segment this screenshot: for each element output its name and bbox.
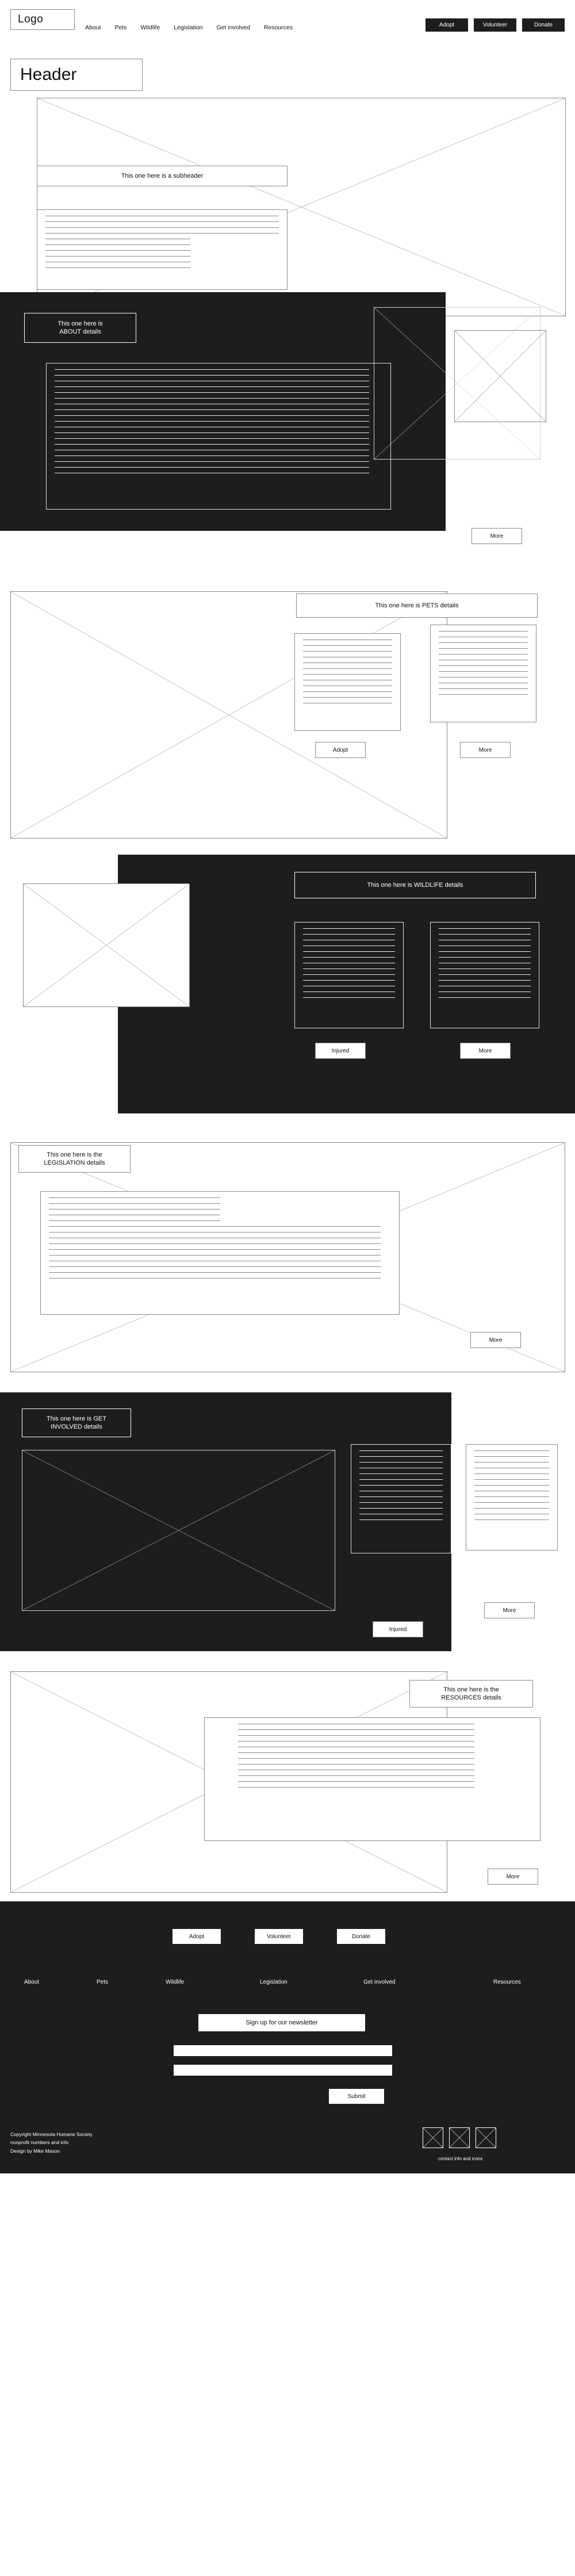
nav-volunteer-button[interactable]: Volunteer [474,18,516,32]
resources-section: This one here is the RESOURCES details M… [0,1657,575,1901]
get-involved-image-placeholder [22,1450,335,1611]
wireframe-page: Logo About Pets Wildlife Legislation Get… [0,0,575,2173]
logo[interactable]: Logo [10,9,75,30]
nav-cta-group: Adopt Volunteer Donate [425,18,565,32]
about-section: This one here is ABOUT details More [0,285,575,573]
newsletter-name-input[interactable] [174,2045,392,2056]
footer-link-legislation[interactable]: Legislation [260,1979,288,1985]
footer-link-resources[interactable]: Resources [493,1979,521,1985]
get-involved-heading: This one here is GET INVOLVED details [22,1408,131,1437]
legislation-text-block [40,1191,400,1315]
pets-text-block-right [430,625,536,722]
newsletter-submit-button[interactable]: Submit [329,2089,384,2104]
social-icon-3[interactable] [476,2127,496,2148]
hero-text-block [37,209,288,290]
legislation-section: This one here is the LEGISLATION details… [0,1128,575,1381]
nav-link-legislation[interactable]: Legislation [174,24,202,31]
hero-subheader: This one here is a subheader [37,166,288,186]
footer-copyright-line-3: Design by Mike Mason [10,2148,60,2154]
footer-volunteer-button[interactable]: Volunteer [255,1929,303,1944]
social-icon-1[interactable] [423,2127,443,2148]
nav-link-wildlife[interactable]: Wildlife [140,24,160,31]
pets-text-block-left [294,633,401,731]
pets-heading: This one here is PETS details [296,594,538,618]
nav-link-resources[interactable]: Resources [264,24,293,31]
wildlife-text-block-left [294,922,404,1028]
resources-heading: This one here is the RESOURCES details [409,1680,533,1708]
footer-adopt-button[interactable]: Adopt [172,1929,221,1944]
about-image-placeholder-b [454,330,546,422]
get-involved-injured-button[interactable]: Injured [373,1621,423,1637]
wildlife-text-block-right [430,922,539,1028]
nav-donate-button[interactable]: Donate [522,18,565,32]
wildlife-heading: This one here is WILDLIFE details [294,872,536,898]
about-more-button[interactable]: More [471,528,522,544]
resources-more-button[interactable]: More [488,1869,538,1885]
page-title: Header [10,59,143,91]
wildlife-injured-button[interactable]: Injured [315,1043,366,1059]
newsletter-label: Sign up for our newsletter [198,2014,365,2031]
wildlife-image-placeholder [23,883,190,1007]
footer-link-get-involved[interactable]: Get involved [363,1979,396,1985]
legislation-heading: This one here is the LEGISLATION details [18,1145,131,1173]
about-heading: This one here is ABOUT details [24,313,136,343]
get-involved-more-button[interactable]: More [484,1602,535,1618]
footer-copyright-line-1: Copyright Minnesota Humane Society [10,2131,93,2137]
nav-link-pets[interactable]: Pets [114,24,126,31]
footer-link-wildlife[interactable]: Wildlife [166,1979,184,1985]
legislation-more-button[interactable]: More [470,1332,521,1348]
social-icon-2[interactable] [449,2127,470,2148]
top-navigation: Logo About Pets Wildlife Legislation Get… [0,0,575,38]
footer-copyright: Copyright Minnesota Humane Society nonpr… [10,2130,183,2155]
nav-link-get-involved[interactable]: Get involved [217,24,250,31]
pets-more-button[interactable]: More [460,742,511,758]
pets-adopt-button[interactable]: Adopt [315,742,366,758]
footer-social-icons [423,2127,496,2148]
hero-section: Header This one here is a subheader [0,38,575,316]
nav-link-about[interactable]: About [85,24,101,31]
pets-section: This one here is PETS details Adopt More [0,573,575,840]
newsletter-email-input[interactable] [174,2065,392,2076]
nav-links: About Pets Wildlife Legislation Get invo… [85,24,293,31]
nav-adopt-button[interactable]: Adopt [425,18,468,32]
footer-link-about[interactable]: About [24,1979,39,1985]
wildlife-section: This one here is WILDLIFE details Injure… [0,840,575,1128]
about-text-block [46,363,391,510]
footer-copyright-line-2: nonprofit numbers and info [10,2139,69,2146]
get-involved-text-block-right [466,1444,558,1551]
footer-icons-caption: contact info and icons [438,2156,483,2161]
get-involved-text-block-left [351,1444,451,1553]
resources-text-block [204,1717,540,1841]
wildlife-more-button[interactable]: More [460,1043,511,1059]
footer: Adopt Volunteer Donate About Pets Wildli… [0,1901,575,2173]
footer-link-pets[interactable]: Pets [97,1979,108,1985]
get-involved-section: This one here is GET INVOLVED details In… [0,1381,575,1657]
footer-donate-button[interactable]: Donate [337,1929,385,1944]
